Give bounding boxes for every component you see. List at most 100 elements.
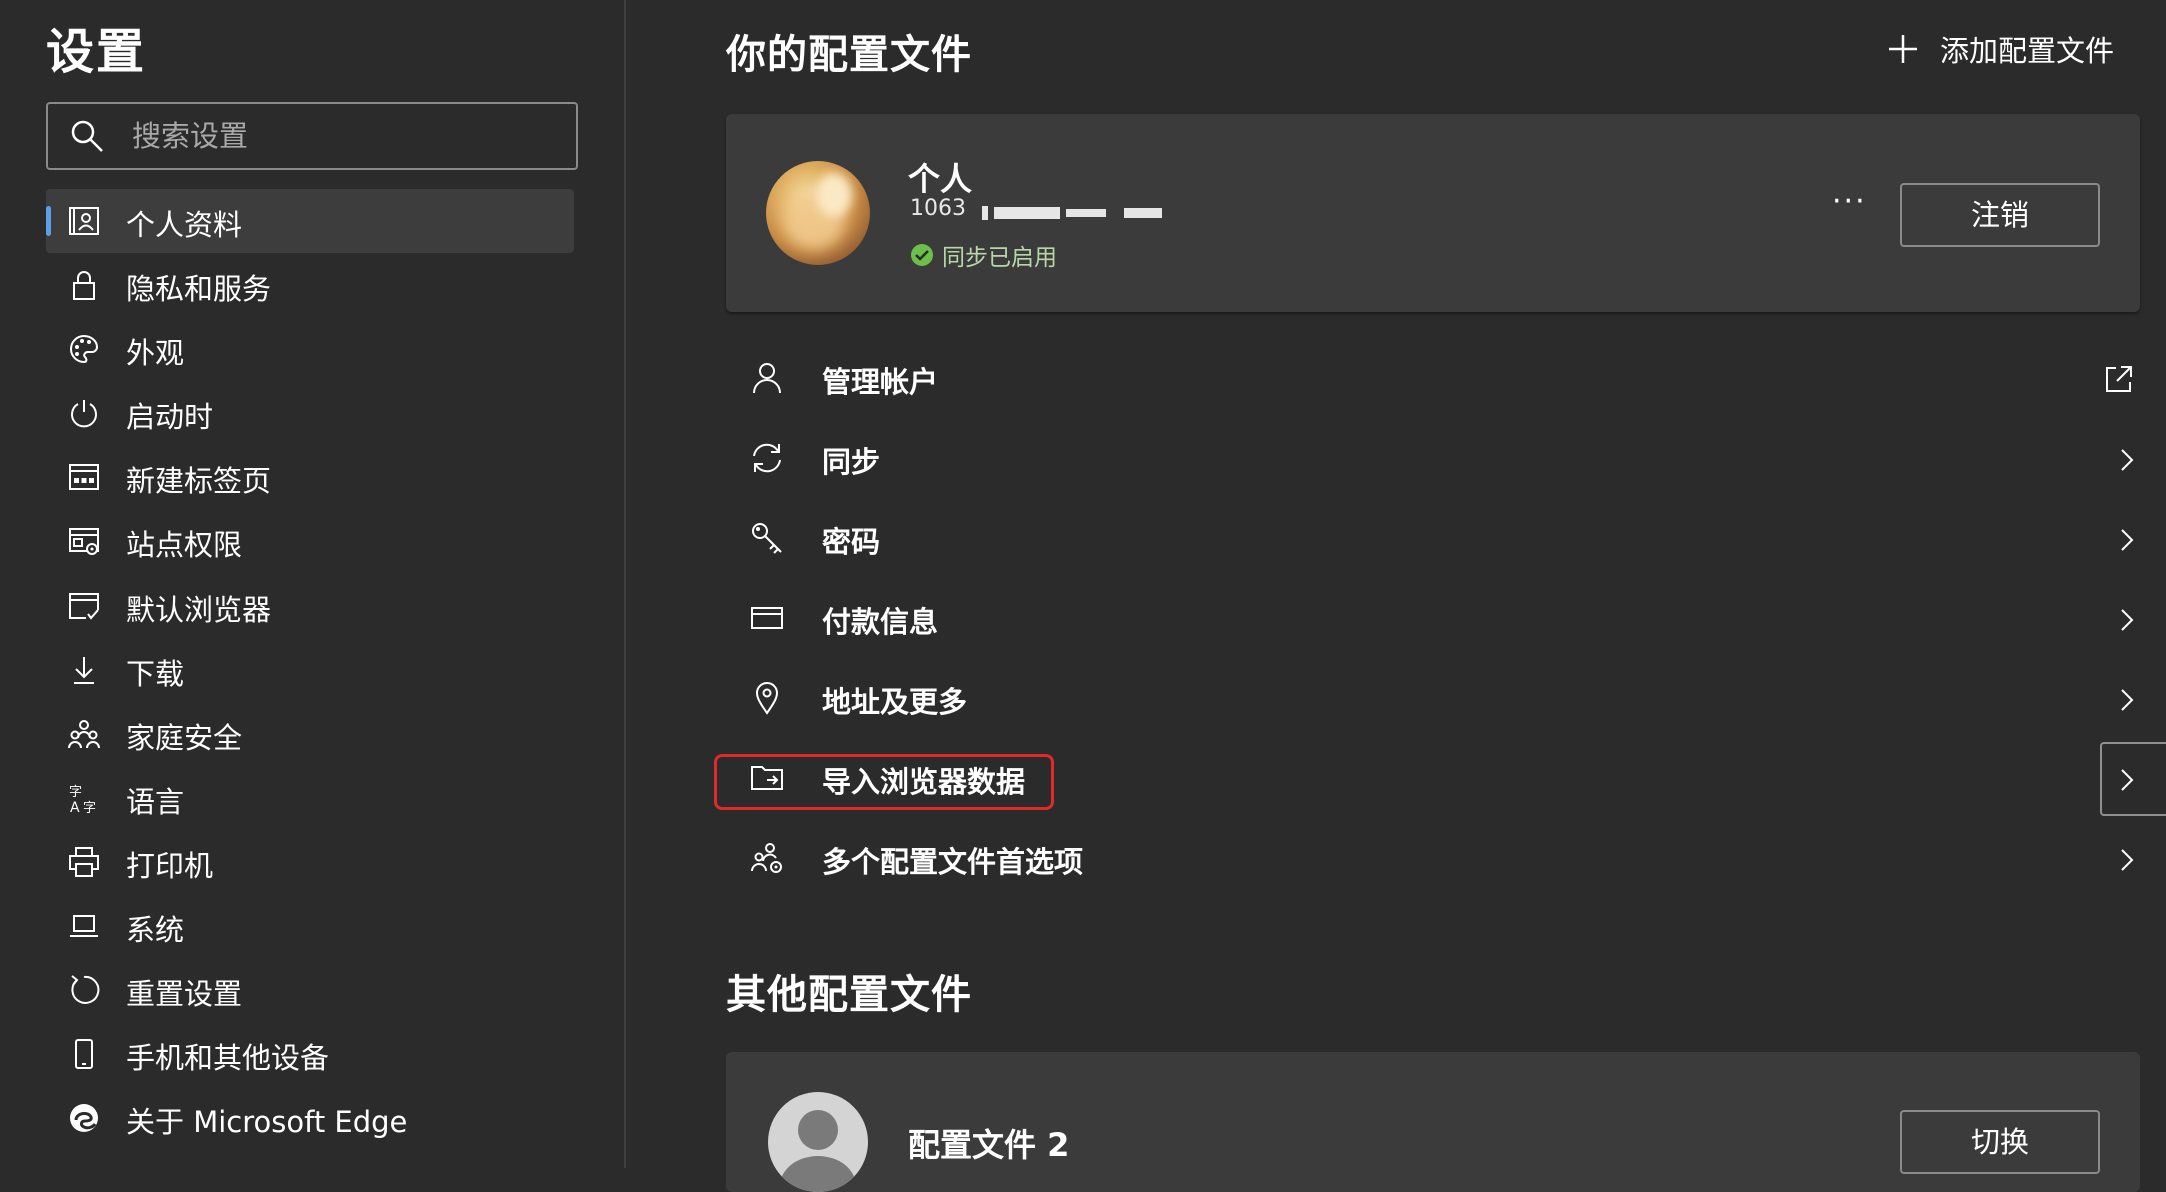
sidebar-item-label: 默认浏览器 <box>126 592 272 627</box>
row-payment[interactable]: 付款信息 <box>726 580 2146 660</box>
sidebar-item-privacy[interactable]: 隐私和服务 <box>46 253 574 317</box>
sidebar-item-label: 家庭安全 <box>126 720 243 755</box>
check-circle-icon <box>910 243 934 267</box>
row-label: 地址及更多 <box>822 685 968 719</box>
profile-name: 个人 <box>908 160 973 198</box>
sidebar-item-label: 隐私和服务 <box>126 272 272 307</box>
sidebar-item-appearance[interactable]: 外观 <box>46 317 574 381</box>
sidebar-item-profile[interactable]: 个人资料 <box>46 189 574 253</box>
sidebar-item-label: 站点权限 <box>126 528 243 563</box>
lock-icon <box>68 269 100 301</box>
search-input[interactable] <box>130 114 554 158</box>
sidebar-item-new-tab[interactable]: 新建标签页 <box>46 445 574 509</box>
sync-icon <box>750 441 784 475</box>
sidebar-item-label: 重置设置 <box>126 977 243 1012</box>
sidebar-item-language[interactable]: 字A字 语言 <box>46 766 574 830</box>
current-profile-card: 个人 1063 同步已启用 ··· 注销 <box>726 114 2140 312</box>
svg-text:字: 字 <box>83 801 96 814</box>
main-content: 你的配置文件 添加配置文件 个人 1063 同步已启用 ··· 注销 管理帐户 <box>626 0 2166 1192</box>
profile-email: 1063 <box>910 196 966 221</box>
row-multiple-profiles[interactable]: 多个配置文件首选项 <box>726 820 2146 900</box>
sidebar-item-family[interactable]: 家庭安全 <box>46 702 574 766</box>
profile-settings-list: 管理帐户 同步 密码 付款信息 地址及更多 导入浏览器数据 多个配置文件首选项 <box>714 340 2166 900</box>
sidebar-item-system[interactable]: 系统 <box>46 894 574 958</box>
avatar[interactable] <box>766 161 870 265</box>
page-title: 你的配置文件 <box>726 32 972 78</box>
other-profile-card: 配置文件 2 切换 <box>726 1052 2140 1192</box>
row-label: 密码 <box>822 525 881 559</box>
add-profile-button[interactable]: 添加配置文件 <box>1888 28 2114 70</box>
phone-icon <box>68 1038 100 1070</box>
location-icon <box>750 681 784 715</box>
profiles-settings-icon <box>750 841 784 875</box>
key-icon <box>750 521 784 555</box>
default-browser-icon <box>68 590 100 622</box>
logout-button[interactable]: 注销 <box>1900 183 2100 247</box>
external-link-icon[interactable] <box>2104 364 2134 394</box>
family-icon <box>68 718 100 750</box>
site-permissions-icon <box>68 525 100 557</box>
chevron-right-icon <box>2120 608 2134 632</box>
new-tab-icon <box>68 461 100 493</box>
sidebar-item-default-browser[interactable]: 默认浏览器 <box>46 574 574 638</box>
printer-icon <box>68 846 100 878</box>
svg-text:字: 字 <box>69 785 82 800</box>
row-manage-account[interactable]: 管理帐户 <box>726 340 2146 420</box>
chevron-right-icon[interactable] <box>2120 768 2134 792</box>
power-icon <box>68 397 100 429</box>
reset-icon <box>68 974 100 1006</box>
sidebar-item-label: 启动时 <box>126 400 214 435</box>
add-profile-label: 添加配置文件 <box>1940 34 2115 68</box>
card-icon <box>750 601 784 635</box>
chevron-right-icon <box>2120 448 2134 472</box>
sidebar-item-downloads[interactable]: 下载 <box>46 638 574 702</box>
sidebar-item-label: 系统 <box>126 913 185 948</box>
row-addresses[interactable]: 地址及更多 <box>726 660 2146 740</box>
plus-icon <box>1888 34 1918 64</box>
other-profiles-title: 其他配置文件 <box>726 972 972 1018</box>
language-icon: 字A字 <box>68 782 100 814</box>
sidebar-item-site-permissions[interactable]: 站点权限 <box>46 509 574 573</box>
chevron-right-icon <box>2120 528 2134 552</box>
sidebar-item-label: 外观 <box>126 336 185 371</box>
sidebar-item-label: 语言 <box>126 784 185 819</box>
other-profile-name: 配置文件 2 <box>908 1126 1070 1164</box>
avatar <box>768 1092 868 1192</box>
sidebar-item-label: 手机和其他设备 <box>126 1041 330 1076</box>
row-passwords[interactable]: 密码 <box>726 500 2146 580</box>
svg-text:A: A <box>70 800 80 814</box>
row-import-browser-data[interactable]: 导入浏览器数据 <box>714 740 2166 820</box>
row-label: 导入浏览器数据 <box>822 765 1026 799</box>
import-folder-icon <box>750 761 784 795</box>
sidebar-item-phone[interactable]: 手机和其他设备 <box>46 1022 574 1086</box>
palette-icon <box>68 333 100 365</box>
row-sync[interactable]: 同步 <box>726 420 2146 500</box>
sync-status-label: 同步已启用 <box>942 245 1057 271</box>
chevron-right-icon <box>2120 688 2134 712</box>
download-icon <box>68 654 100 686</box>
sidebar-item-about[interactable]: 关于 Microsoft Edge <box>46 1086 574 1150</box>
sidebar-item-printers[interactable]: 打印机 <box>46 830 574 894</box>
switch-profile-button[interactable]: 切换 <box>1900 1110 2100 1174</box>
chevron-right-icon <box>2120 848 2134 872</box>
edge-logo-icon <box>68 1102 100 1134</box>
search-icon <box>70 119 104 153</box>
sidebar-item-label: 打印机 <box>126 848 214 883</box>
sidebar-item-label: 关于 Microsoft Edge <box>126 1105 408 1140</box>
settings-title: 设置 <box>46 24 147 80</box>
settings-sidebar: 设置 个人资料 隐私和服务 外观 启动时 新建标签页 站点权限 <box>0 0 626 1168</box>
sync-status: 同步已启用 <box>910 238 1057 272</box>
row-label: 管理帐户 <box>822 365 939 399</box>
more-options-button[interactable]: ··· <box>1832 184 1867 219</box>
person-icon <box>750 361 784 395</box>
sidebar-item-label: 下载 <box>126 656 185 691</box>
system-icon <box>68 910 100 942</box>
settings-nav: 个人资料 隐私和服务 外观 启动时 新建标签页 站点权限 默认浏览器 下载 家庭… <box>46 189 574 1150</box>
profile-icon <box>68 205 100 237</box>
search-box[interactable] <box>46 102 578 170</box>
sidebar-item-label: 新建标签页 <box>126 464 272 499</box>
row-label: 付款信息 <box>822 605 939 639</box>
redacted-email <box>982 206 1162 220</box>
sidebar-item-reset[interactable]: 重置设置 <box>46 958 574 1022</box>
sidebar-item-startup[interactable]: 启动时 <box>46 381 574 445</box>
